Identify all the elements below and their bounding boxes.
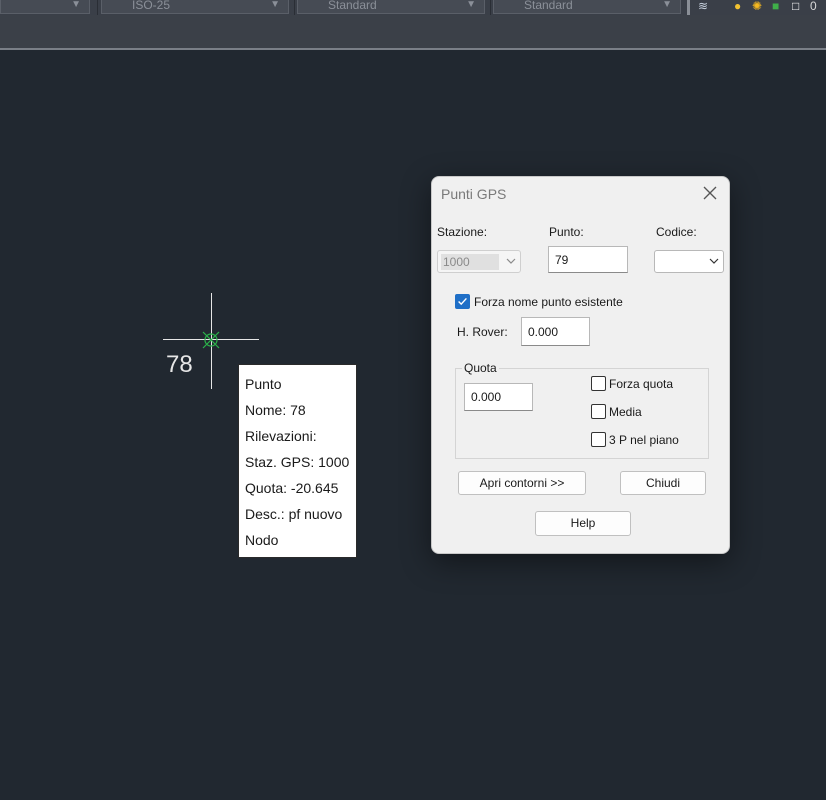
table-style-value: Standard bbox=[328, 0, 377, 12]
forza-nome-checkbox[interactable] bbox=[455, 294, 470, 309]
check-icon bbox=[458, 297, 467, 306]
help-button[interactable]: Help bbox=[535, 511, 631, 536]
chevron-down-icon: ▼ bbox=[270, 0, 280, 10]
sun-icon[interactable]: ✺ bbox=[752, 0, 762, 13]
tooltip-line: Nodo bbox=[245, 532, 279, 548]
tooltip-line: Rilevazioni: bbox=[245, 428, 317, 444]
codice-select[interactable] bbox=[654, 250, 724, 273]
forza-nome-label: Forza nome punto esistente bbox=[474, 295, 623, 309]
table-style-combo[interactable]: Standard ▼ bbox=[297, 0, 485, 14]
tooltip-line: Desc.: pf nuovo bbox=[245, 506, 343, 522]
stazione-label: Stazione: bbox=[437, 225, 488, 239]
punti-gps-dialog: Punti GPS Stazione: Punto: Codice: 1000 … bbox=[431, 176, 730, 554]
punto-input[interactable] bbox=[548, 246, 628, 273]
dim-style-combo[interactable]: ISO-25 ▼ bbox=[101, 0, 289, 14]
multileader-style-combo[interactable]: Standard ▼ bbox=[493, 0, 681, 14]
stazione-select[interactable]: 1000 bbox=[437, 250, 521, 273]
chevron-down-icon bbox=[709, 258, 719, 264]
media-label: Media bbox=[609, 405, 642, 419]
survey-point-marker[interactable] bbox=[200, 329, 222, 351]
lock-icon[interactable]: ■ bbox=[772, 0, 779, 13]
tooltip-line: Staz. GPS: 1000 bbox=[245, 454, 350, 470]
h-rover-input[interactable] bbox=[521, 317, 590, 346]
chevron-down-icon: ▼ bbox=[466, 0, 476, 10]
punto-label: Punto: bbox=[549, 225, 584, 239]
tre-p-piano-checkbox[interactable] bbox=[591, 432, 606, 447]
chevron-down-icon bbox=[506, 258, 516, 264]
apri-contorni-button[interactable]: Apri contorni >> bbox=[458, 471, 586, 495]
quota-group-label: Quota bbox=[462, 361, 499, 375]
close-icon[interactable] bbox=[700, 183, 720, 203]
layer-properties-icon[interactable]: ≋ bbox=[698, 0, 708, 13]
dialog-title: Punti GPS bbox=[441, 186, 507, 202]
toolbar-grip bbox=[687, 0, 690, 15]
layer-color-icon[interactable]: □ bbox=[792, 0, 799, 13]
multileader-style-value: Standard bbox=[524, 0, 573, 12]
chiudi-button[interactable]: Chiudi bbox=[620, 471, 706, 495]
tre-p-piano-label: 3 P nel piano bbox=[609, 433, 679, 447]
chevron-down-icon: ▼ bbox=[662, 0, 672, 10]
toolbar-separator bbox=[294, 0, 295, 15]
quota-input[interactable] bbox=[464, 383, 533, 411]
h-rover-label: H. Rover: bbox=[457, 325, 508, 339]
point-label: 78 bbox=[166, 351, 193, 378]
text-style-combo[interactable]: ▼ bbox=[0, 0, 90, 14]
codice-label: Codice: bbox=[656, 225, 697, 239]
toolbar-separator bbox=[490, 0, 491, 15]
layer-name[interactable]: 0 bbox=[810, 0, 817, 13]
toolbar-row bbox=[0, 15, 826, 50]
style-toolbar: ▼ ISO-25 ▼ Standard ▼ Standard ▼ ≋ ● ✺ ■ □ … bbox=[0, 0, 826, 15]
tooltip-line: Quota: -20.645 bbox=[245, 480, 339, 496]
lightbulb-icon[interactable]: ● bbox=[734, 0, 741, 13]
stazione-value: 1000 bbox=[441, 254, 499, 270]
tooltip-line: Nome: 78 bbox=[245, 402, 306, 418]
dim-style-value: ISO-25 bbox=[132, 0, 171, 12]
chevron-down-icon: ▼ bbox=[71, 0, 81, 10]
point-tooltip: Punto Nome: 78 Rilevazioni: Staz. GPS: 1… bbox=[238, 364, 357, 558]
tooltip-line: Punto bbox=[245, 376, 282, 392]
forza-quota-label: Forza quota bbox=[609, 377, 674, 391]
media-checkbox[interactable] bbox=[591, 404, 606, 419]
toolbar-separator bbox=[97, 0, 98, 15]
forza-quota-checkbox[interactable] bbox=[591, 376, 606, 391]
